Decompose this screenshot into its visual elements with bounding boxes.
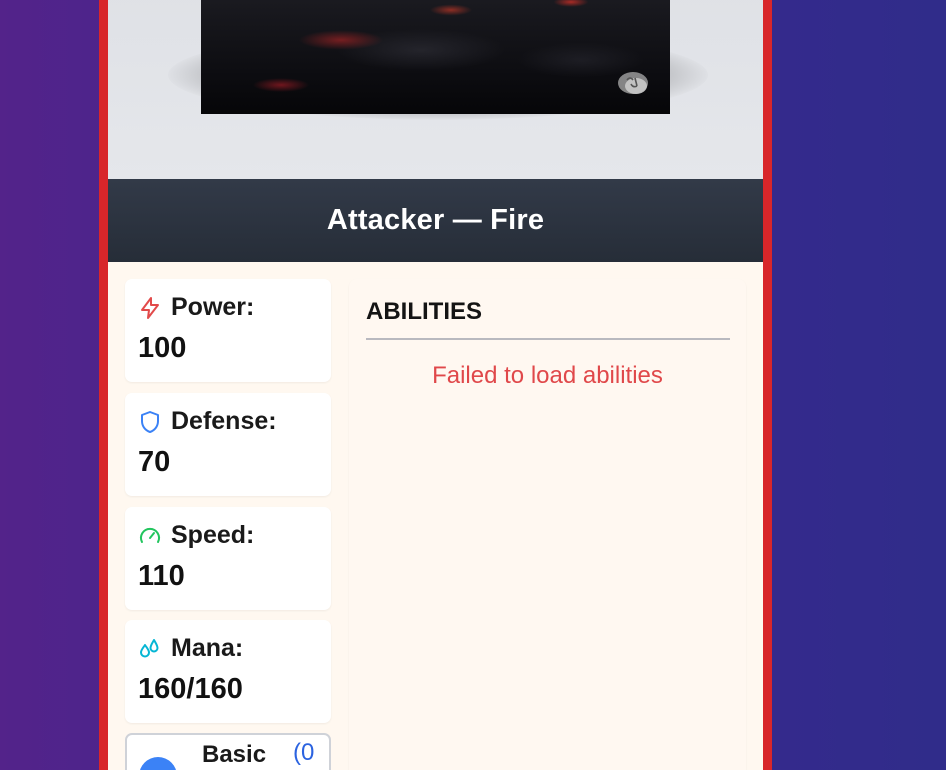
stat-power: Power: 100 [125,279,331,382]
basic-ability-icon [139,757,177,770]
card-title-bar: Attacker — Fire [108,179,763,262]
basic-ability-label: Basic [202,741,267,768]
stat-defense: Defense: 70 [125,393,331,496]
watermark-icon [618,72,648,94]
basic-ability-count: (0 [293,739,315,766]
shield-icon [141,410,159,433]
stat-speed-label: Speed: [171,521,255,549]
stat-speed: Speed: 110 [125,507,331,610]
basic-ability-slot[interactable]: Basic (0 [125,733,331,770]
stat-speed-value: 110 [138,560,185,592]
stat-mana-value: 160/160 [138,673,243,705]
stat-defense-label: Defense: [171,407,277,435]
speedometer-icon [140,527,160,543]
abilities-title: ABILITIES [366,298,483,325]
card-art-area [108,0,763,179]
stat-mana: Mana: 160/160 [125,620,331,723]
stat-power-value: 100 [138,332,187,364]
droplets-icon [140,638,159,657]
creature-card: Attacker — Fire Power: 100 Defense: 70 S… [99,0,772,770]
stat-mana-label: Mana: [171,634,244,662]
card-title: Attacker — Fire [326,204,545,236]
lightning-icon [141,296,159,319]
card-art-image [201,0,670,114]
abilities-error-message: Failed to load abilities [432,362,663,389]
stat-power-label: Power: [171,293,255,321]
abilities-panel: ABILITIES Failed to load abilities [349,279,746,770]
stat-defense-value: 70 [138,446,171,478]
abilities-divider [366,338,730,340]
